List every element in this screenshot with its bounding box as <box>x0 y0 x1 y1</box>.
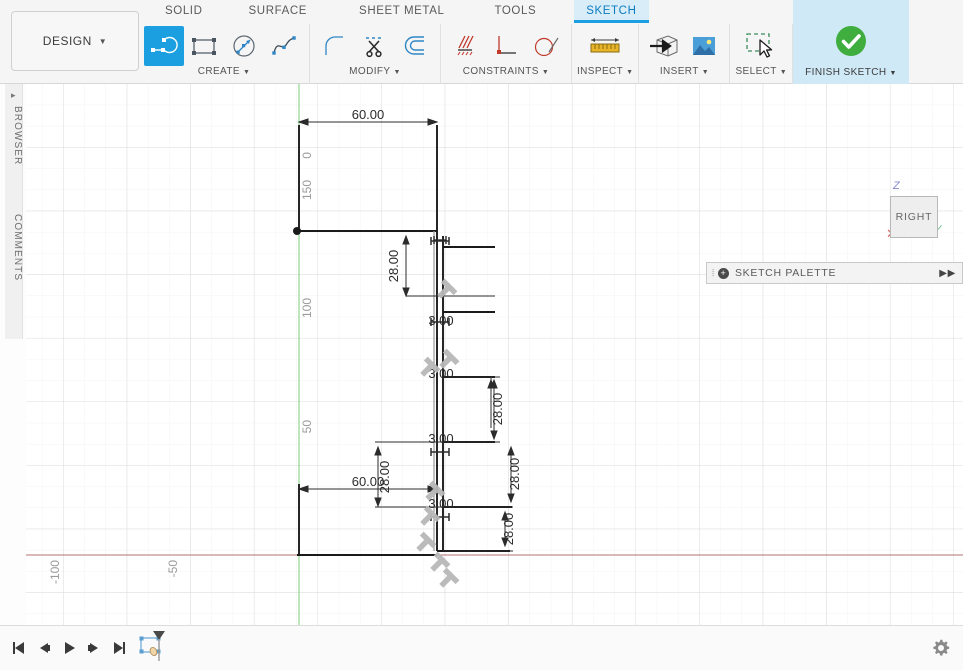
line-tool-icon[interactable] <box>144 26 184 66</box>
rail-comments-label[interactable]: COMMENTS <box>5 214 23 281</box>
axis-label-150: 150 <box>300 180 314 201</box>
modify-tools <box>315 24 435 68</box>
insert-derive-icon[interactable] <box>644 26 684 66</box>
drag-grip-icon[interactable]: ⦙ <box>712 268 715 279</box>
sketch-palette-title: SKETCH PALETTE <box>734 267 837 279</box>
dimension-28-e[interactable]: 28.00 <box>501 513 516 546</box>
ribbon-group-create: CREATE ▼ <box>139 24 310 84</box>
ribbon-group-finish-sketch[interactable]: FINISH SKETCH ▼ <box>793 0 909 84</box>
axis-label-minus-100: -100 <box>48 560 62 585</box>
chevron-down-icon: ▼ <box>242 69 251 76</box>
tab-tools[interactable]: TOOLS <box>482 0 548 23</box>
chevron-down-icon: ▼ <box>889 69 897 77</box>
chevron-down-icon: ▼ <box>626 69 634 76</box>
go-to-end-icon[interactable] <box>106 626 131 670</box>
timeline-bar <box>0 625 963 670</box>
axis-label-0: 0 <box>300 152 314 159</box>
rail-browser-label[interactable]: BROWSER <box>5 106 23 165</box>
tab-sheet-metal[interactable]: SHEET METAL <box>347 0 456 23</box>
circle-tool-icon[interactable] <box>224 26 264 66</box>
chevron-down-icon: ▼ <box>779 69 788 76</box>
top-toolbar: DESIGN ▼ SOLID SURFACE SHEET METAL TOOLS… <box>0 0 963 84</box>
ribbon-group-modify: MODIFY ▼ <box>310 24 441 84</box>
sketch-timeline-marker-icon[interactable] <box>139 629 169 668</box>
axis-label-50: 50 <box>300 420 314 434</box>
inspect-tools <box>580 24 630 68</box>
gear-icon[interactable] <box>931 638 951 663</box>
ribbon-group-select: SELECT ▼ <box>730 24 794 84</box>
axis-label-100: 100 <box>300 298 314 319</box>
pin-icon[interactable]: ▸ <box>11 90 16 101</box>
chevron-down-icon: ▼ <box>541 69 550 76</box>
chevron-down-icon: ▼ <box>98 36 108 46</box>
insert-image-icon[interactable] <box>684 26 724 66</box>
expand-right-icon[interactable]: ▶▶ <box>939 268 956 279</box>
create-tools <box>144 24 304 68</box>
offset-tool-icon[interactable] <box>395 26 435 66</box>
fillet-tool-icon[interactable] <box>315 26 355 66</box>
select-window-icon[interactable] <box>736 26 786 66</box>
fusion-app-window: DESIGN ▼ SOLID SURFACE SHEET METAL TOOLS… <box>0 0 963 670</box>
go-to-beginning-icon[interactable] <box>6 626 31 670</box>
spline-tool-icon[interactable] <box>264 26 304 66</box>
ribbon-groups: CREATE ▼ MODIFY ▼ CONSTRAINTS ▼ INSPECT … <box>139 0 909 84</box>
rail-panel: ▸ BROWSER COMMENTS <box>5 84 23 339</box>
tab-solid[interactable]: SOLID <box>153 0 215 23</box>
tab-surface[interactable]: SURFACE <box>237 0 320 23</box>
dimension-3-c[interactable]: 3.00 <box>428 431 453 446</box>
trim-tool-icon[interactable] <box>355 26 395 66</box>
viewcube-face-label: RIGHT <box>895 211 933 223</box>
workspace-menu-button[interactable]: DESIGN ▼ <box>11 11 139 71</box>
inspect-group-label[interactable]: INSPECT ▼ <box>577 66 633 77</box>
dimension-60-top[interactable]: 60.00 <box>352 107 385 122</box>
dimension-60-bottom[interactable]: 60.00 <box>352 474 385 489</box>
select-group-label[interactable]: SELECT ▼ <box>735 66 787 77</box>
chevron-down-icon: ▼ <box>701 69 710 76</box>
ribbon: SOLID SURFACE SHEET METAL TOOLS SKETCH C… <box>139 0 963 84</box>
rectangle-tool-icon[interactable] <box>184 26 224 66</box>
coincident-constraint-icon[interactable] <box>486 26 526 66</box>
tangent-constraint-icon[interactable] <box>526 26 566 66</box>
insert-tools <box>644 24 724 68</box>
horizontal-vertical-constraint-icon[interactable] <box>446 26 486 66</box>
dimension-3-d[interactable]: 3.00 <box>428 496 453 511</box>
viewcube-axis-z: Z <box>893 180 900 192</box>
workspace-menu-label: DESIGN <box>42 34 92 48</box>
finish-sketch-label[interactable]: FINISH SKETCH ▼ <box>805 67 897 78</box>
create-group-label[interactable]: CREATE ▼ <box>198 66 251 77</box>
dimension-3-a[interactable]: 3.00 <box>428 313 453 328</box>
insert-group-label[interactable]: INSERT ▼ <box>660 66 709 77</box>
play-icon[interactable] <box>56 626 81 670</box>
viewcube[interactable]: RIGHT <box>890 196 938 238</box>
step-back-icon[interactable] <box>31 626 56 670</box>
ribbon-tabs: SOLID SURFACE SHEET METAL TOOLS SKETCH <box>139 0 649 26</box>
sketch-palette-panel[interactable]: ⦙ + SKETCH PALETTE ▶▶ <box>706 262 963 284</box>
sketch-point[interactable] <box>293 227 301 235</box>
finish-sketch-check-icon[interactable] <box>829 21 873 61</box>
ribbon-group-insert: INSERT ▼ <box>639 24 731 84</box>
sketch-canvas[interactable]: 60.00 28.00 28.00 28.00 28.00 28.00 60.0… <box>0 84 963 625</box>
dimension-28-d[interactable]: 28.00 <box>507 458 522 491</box>
dimension-28-b[interactable]: 28.00 <box>490 393 505 426</box>
chevron-down-icon: ▼ <box>393 69 401 76</box>
modify-group-label[interactable]: MODIFY ▼ <box>349 66 401 77</box>
constraints-tools <box>446 24 566 68</box>
finish-sketch-tools <box>829 7 873 61</box>
constraints-group-label[interactable]: CONSTRAINTS ▼ <box>463 66 549 77</box>
measure-icon[interactable] <box>580 26 630 66</box>
step-forward-icon[interactable] <box>81 626 106 670</box>
canvas-grid: 60.00 28.00 28.00 28.00 28.00 28.00 60.0… <box>0 84 963 625</box>
tab-sketch[interactable]: SKETCH <box>574 0 649 23</box>
add-icon[interactable]: + <box>717 267 729 279</box>
select-tools <box>736 24 786 68</box>
left-rail: ▸ BROWSER COMMENTS <box>0 84 26 625</box>
dimension-28-a[interactable]: 28.00 <box>386 250 401 283</box>
ribbon-group-constraints: CONSTRAINTS ▼ <box>441 24 572 84</box>
ribbon-group-inspect: INSPECT ▼ <box>572 24 640 84</box>
axis-label-minus-50: -50 <box>166 560 180 578</box>
